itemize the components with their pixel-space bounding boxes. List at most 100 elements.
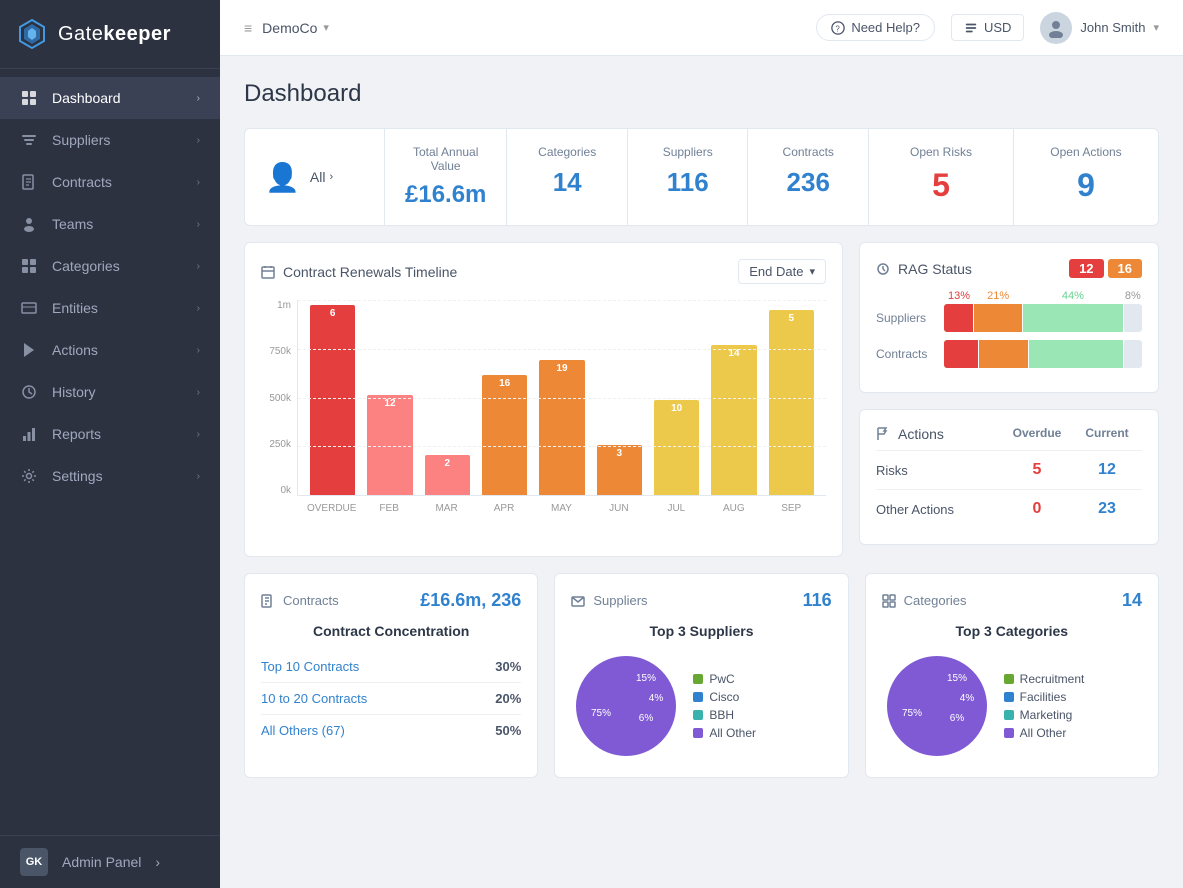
other-actions-label: Other Actions: [876, 502, 1002, 517]
grid-icon: [882, 594, 896, 608]
chevron-right-icon: ›: [197, 261, 200, 272]
y-label-750k: 750k: [269, 346, 291, 357]
gatekeeper-logo-icon: [16, 18, 48, 50]
filter-all-label[interactable]: All ›: [310, 169, 333, 185]
currency-selector[interactable]: USD: [951, 14, 1024, 41]
person-icon: 👤: [265, 161, 300, 194]
sidebar-item-reports-label: Reports: [52, 426, 183, 442]
currency-icon: [964, 21, 978, 35]
rag-seg-green: [1029, 340, 1123, 368]
rag-seg-gray: [1124, 304, 1142, 332]
help-button[interactable]: ? Need Help?: [816, 14, 935, 41]
sidebar-item-contracts[interactable]: Contracts ›: [0, 161, 220, 203]
sidebar-item-suppliers[interactable]: Suppliers ›: [0, 119, 220, 161]
admin-panel-label: Admin Panel: [62, 854, 141, 870]
actions-icon: [20, 341, 38, 359]
sidebar-item-dashboard-label: Dashboard: [52, 90, 183, 106]
contract-row-top10: Top 10 Contracts 30%: [261, 651, 521, 683]
suppliers-card-subtitle: Top 3 Suppliers: [571, 623, 831, 639]
calendar-icon: [261, 265, 275, 279]
rag-seg-red: [944, 304, 973, 332]
actions-risks-row: Risks 5 12: [876, 450, 1142, 489]
main-nav: Dashboard › Suppliers › Contracts › Team…: [0, 69, 220, 835]
contract-10to20-label[interactable]: 10 to 20 Contracts: [261, 691, 495, 706]
contracts-card-title-text: Contracts: [283, 593, 339, 608]
chart-filter-button[interactable]: End Date ▾: [738, 259, 826, 284]
rag-header: RAG Status 12 16: [876, 259, 1142, 278]
sidebar-item-history[interactable]: History ›: [0, 371, 220, 413]
stat-categories-value: 14: [527, 167, 607, 198]
bar-jul: 10: [654, 400, 699, 495]
sidebar-item-categories[interactable]: Categories ›: [0, 245, 220, 287]
categories-card-title-text: Categories: [904, 593, 967, 608]
bar-x-label-may: MAY: [535, 496, 588, 520]
rag-contracts-row: Contracts: [876, 340, 1142, 368]
bar-x-label-aug: AUG: [707, 496, 760, 520]
legend-recruitment: Recruitment: [1004, 672, 1085, 686]
contract-row-others: All Others (67) 50%: [261, 715, 521, 746]
sidebar-item-settings[interactable]: Settings ›: [0, 455, 220, 497]
sidebar-item-reports[interactable]: Reports ›: [0, 413, 220, 455]
contract-others-label[interactable]: All Others (67): [261, 723, 495, 738]
suppliers-legend: PwC Cisco BBH All Other: [693, 672, 756, 740]
legend-dot-facilities: [1004, 692, 1014, 702]
sidebar-item-teams[interactable]: Teams ›: [0, 203, 220, 245]
chevron-right-icon: ›: [197, 387, 200, 398]
sidebar-item-dashboard[interactable]: Dashboard ›: [0, 77, 220, 119]
stat-suppliers: Suppliers 116: [628, 129, 749, 225]
chevron-right-icon: ›: [197, 345, 200, 356]
stat-open-actions-value: 9: [1034, 167, 1138, 204]
stat-tav-label: Total Annual Value: [405, 145, 486, 173]
legend-label-cisco: Cisco: [709, 690, 739, 704]
rag-seg-orange: [979, 340, 1028, 368]
stats-filter[interactable]: 👤 All ›: [245, 129, 385, 225]
cat-pie-label-6: 6%: [949, 713, 964, 724]
legend-label-allother: All Other: [709, 726, 756, 740]
app-name: Gatekeeper: [58, 23, 171, 46]
stat-contracts-label: Contracts: [768, 145, 848, 159]
current-col-header: Current: [1072, 426, 1142, 440]
sidebar-item-actions[interactable]: Actions ›: [0, 329, 220, 371]
company-selector[interactable]: ≡ DemoCo ▾: [244, 20, 329, 36]
contract-top10-label[interactable]: Top 10 Contracts: [261, 659, 495, 674]
legend-bbh: BBH: [693, 708, 756, 722]
sidebar-item-teams-label: Teams: [52, 216, 183, 232]
bar-x-label-sep: SEP: [765, 496, 818, 520]
stat-open-actions: Open Actions 9: [1014, 129, 1158, 225]
rag-badge-red: 12: [1069, 259, 1103, 278]
chart-title: Contract Renewals Timeline: [261, 264, 457, 280]
risks-overdue-value: 5: [1002, 461, 1072, 479]
y-label-1m: 1m: [277, 300, 291, 311]
suppliers-card-header: Suppliers 116: [571, 590, 831, 611]
stat-open-risks-label: Open Risks: [889, 145, 993, 159]
bar-feb: 12: [367, 395, 412, 495]
bar-jun: 3: [597, 445, 642, 495]
settings-icon: [20, 467, 38, 485]
admin-avatar: GK: [20, 848, 48, 876]
logo: Gatekeeper: [0, 0, 220, 69]
rag-seg-green: [1023, 304, 1123, 332]
sidebar-item-entities[interactable]: Entities ›: [0, 287, 220, 329]
categories-pie-chart: 15% 4% 6% 75%: [882, 651, 992, 761]
legend-dot-recruitment: [1004, 674, 1014, 684]
rag-title-text: RAG Status: [898, 261, 972, 277]
chevron-right-icon: ›: [197, 303, 200, 314]
company-chevron-icon: ▾: [323, 21, 329, 34]
hamburger-icon: ≡: [244, 20, 252, 36]
dashboard-icon: [20, 89, 38, 107]
contract-row-10to20: 10 to 20 Contracts 20%: [261, 683, 521, 715]
sidebar-item-suppliers-label: Suppliers: [52, 132, 183, 148]
filter-chevron-icon: ›: [329, 171, 333, 183]
renewals-chart-card: Contract Renewals Timeline End Date ▾ 1m…: [244, 242, 843, 557]
rag-pct-labels: 13% 21% 44% 8%: [944, 290, 1142, 302]
user-menu[interactable]: John Smith ▾: [1040, 12, 1159, 44]
rag-contracts-bar: [944, 340, 1142, 368]
admin-panel-item[interactable]: GK Admin Panel ›: [0, 835, 220, 888]
chart-section: Contract Renewals Timeline End Date ▾ 1m…: [244, 242, 843, 557]
user-name: John Smith: [1080, 20, 1145, 35]
legend-label-recruitment: Recruitment: [1020, 672, 1085, 686]
chevron-right-icon: ›: [197, 135, 200, 146]
rag-seg-red: [944, 340, 978, 368]
rag-suppliers-row: Suppliers: [876, 304, 1142, 332]
legend-label-facilities: Facilities: [1020, 690, 1067, 704]
